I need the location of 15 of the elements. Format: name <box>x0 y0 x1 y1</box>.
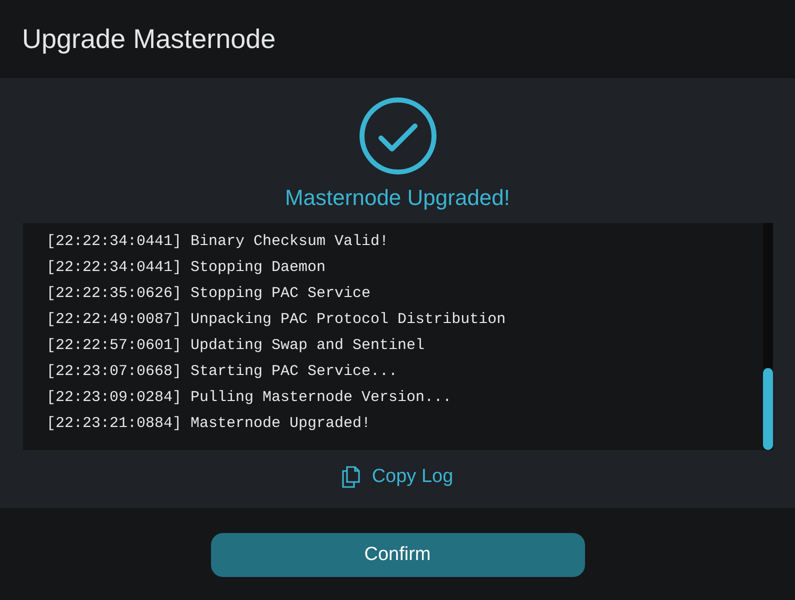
check-circle-icon <box>358 97 436 175</box>
dialog-title: Upgrade Masternode <box>22 24 276 54</box>
log-line: [22:22:57:0601] Updating Swap and Sentinel <box>46 336 426 356</box>
log-line: [22:23:21:0884] Masternode Upgraded! <box>46 414 372 434</box>
copy-log-link[interactable]: Copy Log <box>342 466 454 488</box>
log-line: [22:23:07:0668] Starting PAC Service... <box>46 362 399 382</box>
log-line: [22:22:35:0626] Stopping PAC Service <box>46 284 372 304</box>
status-message: Masternode Upgraded! <box>284 185 510 212</box>
confirm-button[interactable]: Confirm <box>210 533 584 577</box>
log-line: [22:22:34:0441] Stopping Daemon <box>46 258 327 278</box>
copy-icon <box>342 466 360 488</box>
log-line: [22:22:49:0087] Unpacking PAC Protocol Distribution <box>46 310 507 330</box>
scrollbar[interactable] <box>762 223 772 450</box>
log-line: [22:23:09:0284] Pulling Masternode Version... <box>46 388 453 408</box>
log-line: [22:22:34:0441] Binary Checksum Valid! <box>46 232 390 252</box>
